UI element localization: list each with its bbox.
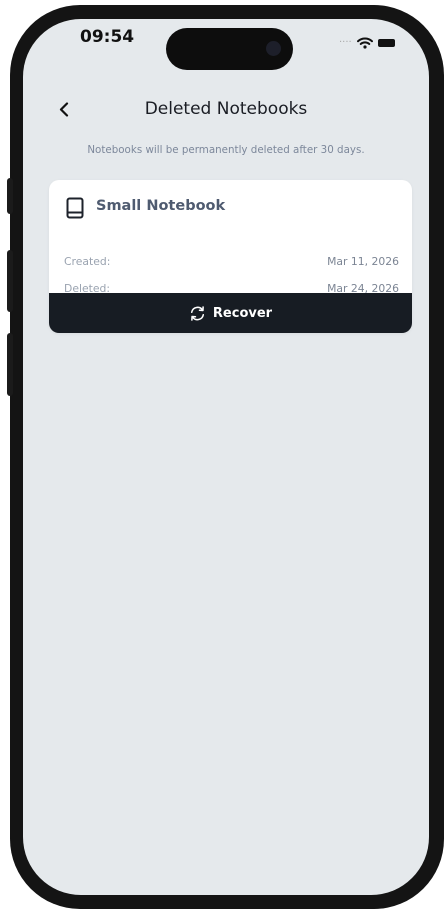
battery-icon (377, 39, 395, 47)
dynamic-island (166, 28, 293, 70)
page-subtitle: Notebooks will be permanently deleted af… (87, 144, 365, 156)
action-button (7, 178, 13, 214)
volume-up-button (7, 250, 13, 312)
refresh-icon (190, 305, 204, 321)
volume-down-button (7, 333, 13, 396)
status-time: 09:54 (80, 27, 135, 47)
recover-button-label: Recover (212, 305, 273, 321)
camera-icon (266, 41, 281, 56)
signal-dots-icon: ···· (339, 37, 352, 48)
app-screen: 09:54 ···· Deleted Notebooks Notebooks w… (23, 19, 429, 895)
notebook-title: Small Notebook (96, 198, 226, 214)
wifi-icon (356, 37, 373, 49)
notebook-card: Small Notebook Created: Mar 11, 2026 Del… (49, 180, 412, 333)
recover-button[interactable]: Recover (49, 293, 412, 333)
notebook-icon (66, 197, 84, 219)
status-icons: ···· (339, 37, 395, 49)
page-title: Deleted Notebooks (144, 99, 308, 119)
created-date: Mar 11, 2026 (327, 255, 399, 268)
created-label: Created: (64, 255, 111, 268)
